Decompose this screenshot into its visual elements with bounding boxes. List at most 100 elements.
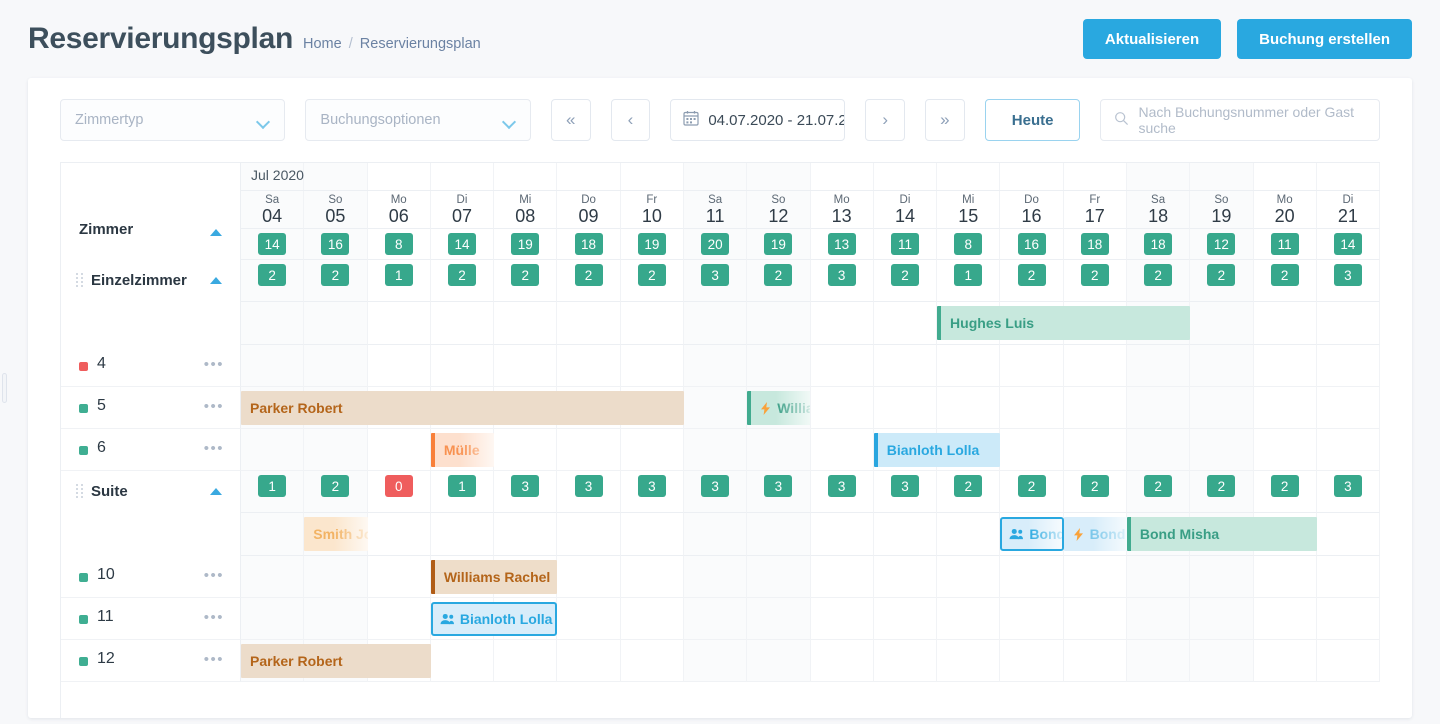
day-column-14[interactable]: 3 [873,471,938,513]
booking-bar[interactable]: Parker Robert [241,391,684,425]
availability-badge[interactable]: 2 [1017,475,1046,497]
day-column-05[interactable] [304,598,368,640]
booking-bar[interactable]: Willia [747,391,811,425]
availability-badge[interactable]: 2 [1270,475,1299,497]
drag-handle-icon[interactable] [76,273,83,289]
day-column-11[interactable] [683,302,748,345]
day-column-14[interactable] [873,513,938,556]
day-header[interactable]: Sa 18 [1127,191,1189,228]
day-column-11[interactable] [683,429,748,471]
day-column-15[interactable]: 8 [937,229,1001,260]
day-column-04[interactable] [241,513,305,556]
day-column-05[interactable]: 16 [304,229,368,260]
availability-badge[interactable]: 2 [1207,264,1236,286]
availability-badge[interactable]: 2 [511,264,540,286]
day-column-11[interactable]: 3 [683,471,748,513]
day-column-11[interactable] [683,163,748,190]
day-column-10[interactable] [620,302,684,345]
day-column-21[interactable] [1316,429,1380,471]
day-column-12[interactable] [747,556,811,598]
day-column-16[interactable]: Do 16 [1000,191,1064,229]
day-column-20[interactable]: 11 [1253,229,1317,260]
day-column-16[interactable] [1000,163,1064,190]
day-column-09[interactable]: 2 [557,260,621,302]
booking-bar[interactable]: Parker Robert [241,644,431,678]
day-column-10[interactable]: Fr 10 [620,191,684,229]
day-column-20[interactable] [1253,345,1317,387]
room-more-options-icon[interactable]: ••• [204,441,224,456]
day-column-15[interactable] [937,345,1001,387]
day-column-15[interactable]: Mi 15 [937,191,1001,229]
availability-badge[interactable]: 11 [890,233,919,255]
day-column-13[interactable]: Mo 13 [810,191,874,229]
availability-badge[interactable]: 0 [384,475,413,497]
availability-badge[interactable]: 2 [637,264,666,286]
day-column-11[interactable]: 3 [683,260,748,302]
day-column-13[interactable] [810,345,874,387]
day-column-08[interactable] [494,429,558,471]
day-column-13[interactable]: 13 [810,229,874,260]
booking-bar[interactable]: Hughes Luis [937,306,1191,340]
today-button[interactable]: Heute [984,99,1081,141]
day-header[interactable]: Do 16 [1000,191,1062,228]
day-column-06[interactable]: 0 [367,471,431,513]
booking-bar[interactable]: Williams Rachel [430,560,558,594]
day-column-19[interactable]: 12 [1190,229,1254,260]
day-column-18[interactable]: 2 [1126,260,1191,302]
availability-badge[interactable]: 1 [384,264,413,286]
availability-badge[interactable]: 2 [1017,264,1046,286]
day-column-15[interactable] [937,556,1001,598]
day-column-16[interactable] [1000,429,1064,471]
day-column-17[interactable]: Fr 17 [1063,191,1127,229]
drag-handle-icon[interactable] [76,484,83,500]
availability-badge[interactable]: 2 [321,475,350,497]
day-column-15[interactable]: 1 [937,260,1001,302]
day-column-14[interactable] [873,345,938,387]
availability-badge[interactable]: 19 [764,233,793,255]
day-column-19[interactable]: 2 [1190,260,1254,302]
availability-badge[interactable]: 20 [701,233,730,255]
day-column-14[interactable] [873,640,938,682]
day-header[interactable]: Mo 20 [1254,191,1316,228]
day-column-19[interactable] [1190,345,1254,387]
day-column-12[interactable] [747,598,811,640]
availability-badge[interactable]: 14 [1333,233,1362,255]
day-column-13[interactable] [810,387,874,429]
day-column-10[interactable] [620,429,684,471]
room-more-options-icon[interactable]: ••• [204,357,224,372]
day-column-16[interactable] [1000,345,1064,387]
availability-badge[interactable]: 3 [1333,264,1362,286]
day-column-11[interactable]: 20 [683,229,748,260]
day-column-06[interactable] [367,556,431,598]
day-column-18[interactable]: 18 [1126,229,1191,260]
booking-bar[interactable]: Bond Misha [1126,517,1317,551]
day-column-04[interactable]: 1 [241,471,305,513]
day-column-14[interactable] [873,598,938,640]
day-column-13[interactable] [810,640,874,682]
availability-badge[interactable]: 3 [827,475,856,497]
day-column-07[interactable] [431,163,495,190]
day-column-10[interactable] [620,513,684,556]
availability-badge[interactable]: 16 [1017,233,1046,255]
day-column-16[interactable] [1000,640,1064,682]
booking-bar[interactable]: Bianloth Lolla [873,433,1001,467]
room-more-options-icon[interactable]: ••• [204,652,224,667]
availability-badge[interactable]: 2 [321,264,350,286]
breadcrumb-home[interactable]: Home [303,36,342,52]
day-column-20[interactable] [1253,556,1317,598]
day-column-16[interactable]: 16 [1000,229,1064,260]
day-column-12[interactable] [747,163,811,190]
day-column-20[interactable] [1253,429,1317,471]
availability-badge[interactable]: 11 [1270,233,1299,255]
day-column-04[interactable] [241,302,305,345]
day-column-09[interactable]: 3 [557,471,621,513]
day-column-19[interactable]: So 19 [1190,191,1254,229]
day-column-08[interactable]: 19 [494,229,558,260]
availability-badge[interactable]: 3 [574,475,603,497]
day-column-09[interactable] [557,163,621,190]
availability-badge[interactable]: 18 [574,233,603,255]
day-column-20[interactable] [1253,302,1317,345]
day-column-18[interactable] [1126,556,1191,598]
day-column-17[interactable]: 2 [1063,260,1127,302]
day-column-17[interactable] [1063,387,1127,429]
